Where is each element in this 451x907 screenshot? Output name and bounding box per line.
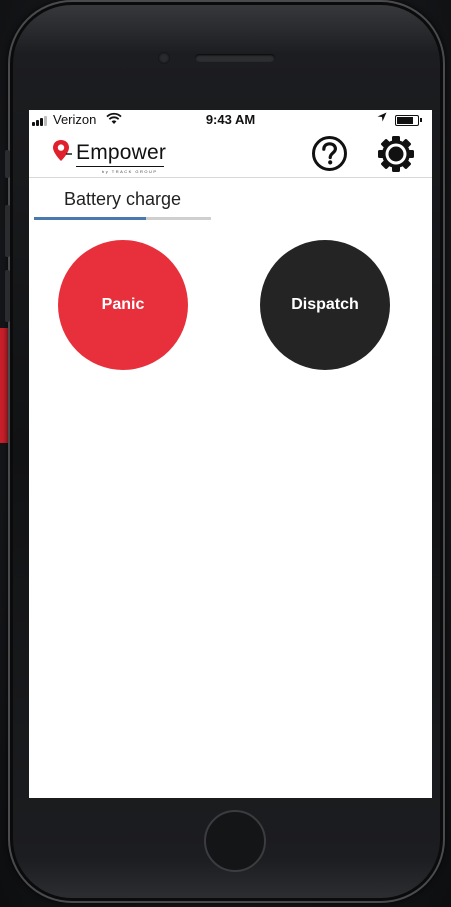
battery-charge-fill: [34, 217, 146, 220]
map-pin-icon: [53, 140, 72, 161]
battery-charge-bar: [34, 217, 211, 220]
battery-icon: [395, 115, 422, 126]
status-time: 9:43 AM: [205, 112, 256, 127]
status-bar: Verizon 9:43 AM: [29, 110, 432, 130]
volume-down-button: [5, 270, 10, 322]
location-arrow-icon: [377, 112, 387, 125]
tab-label: Battery charge: [63, 189, 182, 209]
gear-icon: [378, 136, 414, 172]
settings-button[interactable]: [376, 134, 416, 174]
panic-button[interactable]: Panic: [58, 240, 188, 370]
mute-switch: [5, 150, 10, 178]
dispatch-button[interactable]: Dispatch: [260, 240, 390, 370]
logo-subtext: by TRACK GROUP: [102, 169, 158, 174]
tab-battery-charge[interactable]: Battery charge: [34, 185, 211, 221]
volume-up-button: [5, 205, 10, 257]
logo-text: Empower: [76, 141, 167, 164]
help-button[interactable]: [311, 135, 348, 172]
earpiece-speaker: [195, 54, 275, 62]
app-screen: Verizon 9:43 AM Empower by TRACK GROUP B…: [29, 110, 432, 798]
app-header: Empower by TRACK GROUP: [29, 130, 432, 178]
home-button[interactable]: [204, 810, 266, 872]
logo-underline: [76, 166, 164, 167]
question-circle-icon: [312, 136, 347, 171]
front-camera: [158, 52, 170, 64]
